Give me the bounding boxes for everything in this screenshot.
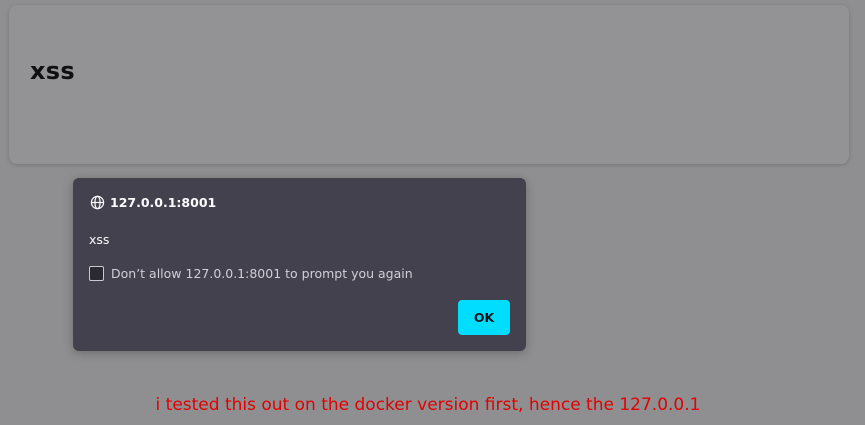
dialog-message: xss xyxy=(89,232,110,247)
page-card: xss xyxy=(9,5,849,164)
dialog-origin: 127.0.0.1:8001 xyxy=(110,194,217,210)
prompt-again-option[interactable]: Don’t allow 127.0.0.1:8001 to prompt you… xyxy=(89,266,413,281)
globe-icon xyxy=(90,195,105,210)
ok-button[interactable]: OK xyxy=(458,300,510,335)
dialog-header: 127.0.0.1:8001 xyxy=(90,193,216,211)
dont-allow-checkbox[interactable] xyxy=(89,266,104,281)
annotation-text: i tested this out on the docker version … xyxy=(155,395,701,415)
page-title: xss xyxy=(30,57,75,85)
alert-dialog: 127.0.0.1:8001 xss Don’t allow 127.0.0.1… xyxy=(73,178,526,351)
dont-allow-label[interactable]: Don’t allow 127.0.0.1:8001 to prompt you… xyxy=(111,266,413,281)
